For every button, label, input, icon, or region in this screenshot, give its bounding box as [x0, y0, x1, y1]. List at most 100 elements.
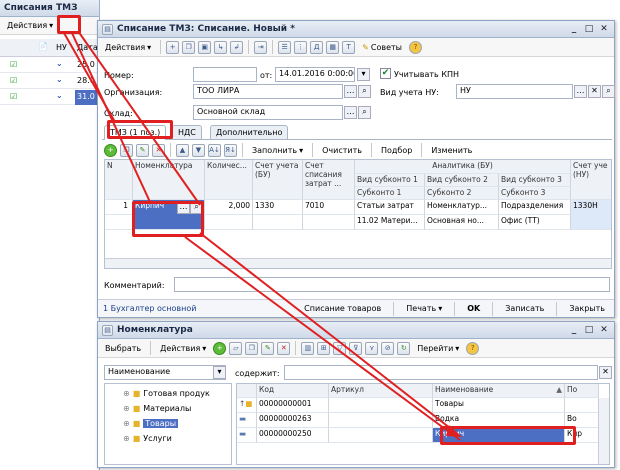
- copy-icon[interactable]: ❐: [245, 341, 259, 355]
- date-field[interactable]: 14.01.2016 0:00:00: [275, 67, 355, 82]
- close-window-button[interactable]: ✕: [598, 324, 610, 336]
- sort-asc-icon[interactable]: A↓: [208, 143, 221, 157]
- contains-clear-button[interactable]: ✕: [599, 366, 612, 379]
- list-code[interactable]: 00000000250: [257, 428, 329, 443]
- print-menu[interactable]: Печать ▾: [402, 301, 446, 316]
- unpost-icon[interactable]: ↲: [230, 40, 244, 54]
- warehouse-select-button[interactable]: …: [344, 106, 357, 119]
- save-icon[interactable]: ▣: [198, 40, 212, 54]
- filter-clear-icon[interactable]: ⊘: [381, 341, 395, 355]
- row-s1[interactable]: 11.02 Матери...: [355, 215, 425, 230]
- sort-select[interactable]: Наименование: [104, 365, 226, 380]
- copy-row-icon[interactable]: ❐: [120, 143, 133, 157]
- org-field[interactable]: ТОО ЛИРА: [193, 84, 343, 99]
- maximize-button[interactable]: □: [583, 23, 595, 35]
- hierarchy-icon[interactable]: ▥: [301, 341, 315, 355]
- horizontal-scrollbar[interactable]: [105, 258, 611, 268]
- user-link[interactable]: 1 Бухгалтер основной: [103, 304, 196, 313]
- minimize-button[interactable]: _: [568, 324, 580, 336]
- back-row[interactable]: ☑ ⌄ 28.0: [0, 74, 100, 89]
- maximize-button[interactable]: □: [583, 324, 595, 336]
- comment-field[interactable]: [174, 277, 610, 292]
- row-sub2[interactable]: Номенклатур...: [425, 200, 499, 215]
- help-icon[interactable]: ?: [408, 40, 422, 54]
- list-extra[interactable]: [565, 398, 599, 413]
- edit-row-icon[interactable]: ✎: [136, 143, 149, 157]
- nu-field[interactable]: НУ: [456, 84, 573, 99]
- move-up-icon[interactable]: ▲: [176, 143, 189, 157]
- row-account[interactable]: 1330: [253, 200, 303, 215]
- list-article[interactable]: [329, 428, 433, 443]
- doc-actions-menu[interactable]: Действия ▾: [101, 40, 155, 55]
- delete-row-icon[interactable]: ✕: [152, 143, 165, 157]
- back-row[interactable]: ☑ ⌄ 31.0: [0, 90, 100, 105]
- row-writeoff[interactable]: 7010: [303, 200, 355, 215]
- list-code[interactable]: 00000000263: [257, 413, 329, 428]
- tab-additional[interactable]: Дополнительно: [210, 125, 289, 139]
- number-field[interactable]: [193, 67, 257, 82]
- report-icon[interactable]: ▦: [326, 40, 340, 54]
- warehouse-search-button[interactable]: ⌕: [358, 106, 371, 119]
- calendar-button[interactable]: ▾: [357, 68, 370, 81]
- nom-actions-menu[interactable]: Действия ▾: [156, 341, 210, 356]
- kpn-checkbox[interactable]: ✔: [380, 68, 391, 79]
- back-row[interactable]: ☑ ⌄ 25.0: [0, 58, 100, 73]
- nu-search-button[interactable]: ⌕: [602, 85, 615, 98]
- goto-menu[interactable]: Перейти ▾: [413, 341, 463, 356]
- refresh-icon[interactable]: ↻: [397, 341, 411, 355]
- add-row-icon[interactable]: +: [104, 143, 117, 157]
- row-sub1[interactable]: Статьи затрат: [355, 200, 425, 215]
- sort-dropdown-icon[interactable]: ▾: [213, 366, 226, 379]
- edit-icon[interactable]: ✎: [261, 341, 275, 355]
- list-article[interactable]: [329, 413, 433, 428]
- add-icon[interactable]: +: [213, 341, 227, 355]
- structure-icon[interactable]: ⋮: [294, 40, 308, 54]
- tree-item-selected[interactable]: ⊕ ■ Товары: [123, 417, 179, 430]
- print-form-button[interactable]: Списание товаров: [300, 301, 385, 316]
- close-button[interactable]: Закрыть: [565, 301, 609, 316]
- dt-kt-icon[interactable]: Д: [310, 40, 324, 54]
- ok-button[interactable]: OK: [463, 301, 484, 316]
- select-button[interactable]: Выбрать: [101, 341, 145, 356]
- contains-input[interactable]: [284, 365, 598, 380]
- new-icon[interactable]: +: [166, 40, 180, 54]
- nu-select-button[interactable]: …: [574, 85, 587, 98]
- list-article[interactable]: [329, 398, 433, 413]
- list-name[interactable]: Товары: [433, 398, 565, 413]
- tab-vat[interactable]: НДС: [172, 125, 202, 139]
- minimize-button[interactable]: _: [568, 23, 580, 35]
- sort-desc-icon[interactable]: Я↓: [224, 143, 237, 157]
- tree-item[interactable]: ⊕ ■ Услуги: [123, 432, 172, 445]
- post-icon[interactable]: ↳: [214, 40, 228, 54]
- list-icon[interactable]: ☰: [278, 40, 292, 54]
- copy-icon[interactable]: ❐: [182, 40, 196, 54]
- tree-item[interactable]: ⊕ ■ Готовая продук: [123, 387, 210, 400]
- row-s3[interactable]: Офис (ТТ): [499, 215, 571, 230]
- filter-icon[interactable]: Т: [342, 40, 356, 54]
- clear-button[interactable]: Очистить: [318, 143, 366, 158]
- filter-list-icon[interactable]: ⋎: [365, 341, 379, 355]
- tree-item[interactable]: ⊕ ■ Материалы: [123, 402, 191, 415]
- nu-clear-button[interactable]: ✕: [588, 85, 601, 98]
- move-down-icon[interactable]: ▼: [192, 143, 205, 157]
- help-icon[interactable]: ?: [466, 341, 480, 355]
- close-window-button[interactable]: ✕: [598, 23, 610, 35]
- row-s2[interactable]: Основная но...: [425, 215, 499, 230]
- based-on-icon[interactable]: ⇥: [254, 40, 268, 54]
- filter-value-icon[interactable]: ⊽: [349, 341, 363, 355]
- org-search-button[interactable]: ⌕: [358, 85, 371, 98]
- row-sub3[interactable]: Подразделения: [499, 200, 571, 215]
- org-select-button[interactable]: …: [344, 85, 357, 98]
- list-code[interactable]: 00000000001: [257, 398, 329, 413]
- back-actions-menu[interactable]: Действия ▾: [3, 18, 57, 33]
- vertical-scrollbar[interactable]: [598, 398, 609, 464]
- add-folder-icon[interactable]: ▱: [229, 341, 243, 355]
- pick-button[interactable]: Подбор: [377, 143, 416, 158]
- row-qty[interactable]: 2,000: [205, 200, 253, 215]
- delete-icon[interactable]: ✕: [277, 341, 291, 355]
- fill-menu[interactable]: Заполнить ▾: [248, 143, 307, 158]
- change-button[interactable]: Изменить: [427, 143, 476, 158]
- tree-icon[interactable]: ⊞: [317, 341, 331, 355]
- row-nu-account[interactable]: 1330Н: [571, 200, 611, 230]
- advice-button[interactable]: ✎ Советы: [358, 40, 406, 55]
